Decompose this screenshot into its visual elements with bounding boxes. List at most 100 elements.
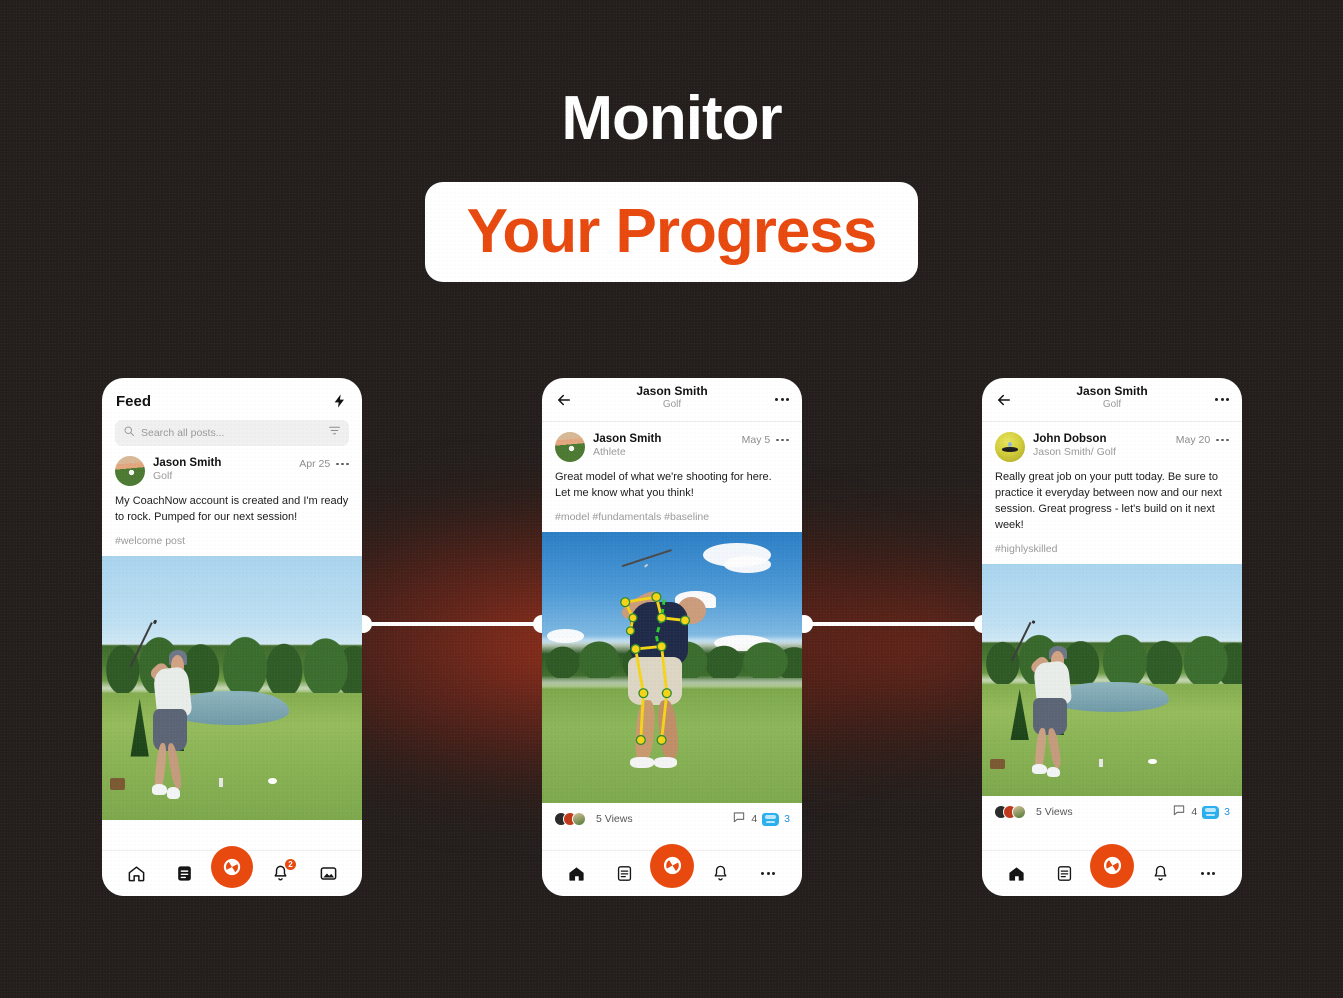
fist-bump-icon[interactable] [762,812,780,826]
nav-more[interactable] [751,857,785,891]
post-author-name: John Dobson [1033,433,1107,445]
post-header: Jason Smith Golf Apr 25 [115,456,349,486]
comment-icon[interactable] [732,810,746,829]
camera-shutter-icon [1103,856,1121,875]
post-card: Jason Smith Golf Apr 25 My CoachNow acco… [102,446,362,556]
post-body: My CoachNow account is created and I'm r… [115,495,349,523]
lightning-bolt-icon[interactable] [332,392,348,410]
nav-spaces[interactable] [1047,857,1081,891]
post-card: John Dobson Jason Smith/ Golf May 20 Rea… [982,422,1242,564]
post-meta: May 20 [1176,432,1229,446]
document-list-icon [617,866,631,881]
home-icon [568,867,584,881]
viewer-avatar-stack[interactable] [554,812,586,827]
feed-header: Feed [102,378,362,420]
post-media-photo[interactable] [102,555,362,820]
headline-accent-text: Your Progress [466,197,878,266]
post-tags: #highlyskilled [995,542,1058,555]
avatar[interactable] [555,432,585,462]
nav-more[interactable] [1191,857,1225,891]
document-list-icon [1057,866,1071,881]
reaction-count: 3 [1224,806,1230,819]
capture-fab-button[interactable] [1090,843,1134,888]
post-author-role: Jason Smith/ Golf [1033,446,1116,459]
reaction-count: 3 [784,813,790,826]
post-body: Great model of what we're shooting for h… [555,471,772,499]
nav-media[interactable] [311,857,345,891]
post-author-role: Athlete [593,446,626,459]
connector-line-1-2 [362,622,544,626]
nav-home[interactable] [999,857,1033,891]
bell-icon [714,865,726,881]
post-author-block: John Dobson Jason Smith/ Golf [1033,432,1168,460]
fist-bump-icon[interactable] [1202,805,1220,819]
nav-capture[interactable] [650,843,694,891]
engagement-bar: 5 Views 4 3 [982,796,1242,829]
capture-fab-button[interactable] [211,845,253,888]
nav-spaces[interactable] [607,857,641,891]
bottom-navigation [982,843,1242,896]
search-placeholder: Search all posts... [141,427,225,439]
comment-count: 4 [1191,806,1198,819]
post-author-name: Jason Smith [593,433,662,445]
bottom-navigation: 2 [102,845,362,896]
ellipsis-icon[interactable] [761,872,775,875]
comment-icon[interactable] [1172,803,1186,822]
detail-header-titles: Jason Smith Golf [542,384,802,411]
post-author-block: Jason Smith Golf [153,456,291,484]
nav-capture[interactable] [1090,843,1134,891]
more-options-icon[interactable] [776,438,789,442]
post-meta: Apr 25 [299,456,349,470]
more-options-icon[interactable] [1215,398,1229,401]
more-options-icon[interactable] [1216,438,1229,442]
search-input[interactable]: Search all posts... [115,420,349,446]
connector-line-2-3 [802,622,984,626]
nav-spaces[interactable] [167,857,201,891]
pose-overlay-skeleton [620,591,691,745]
nav-notifications[interactable] [703,857,737,891]
bell-icon [1154,865,1166,881]
phone-mockup-post-detail-model: Jason Smith Golf Jason Smith Athlete May… [542,378,802,896]
post-date: May 5 [741,434,771,446]
camera-shutter-icon [223,858,241,875]
avatar[interactable] [995,432,1025,462]
views-count: 5 Views [1036,806,1073,819]
post-header: John Dobson Jason Smith/ Golf May 20 [995,432,1229,462]
nav-home[interactable] [559,857,593,891]
filter-icon[interactable] [328,424,341,442]
back-arrow-icon[interactable] [555,391,573,409]
post-author-name: Jason Smith [153,457,222,469]
nav-notifications[interactable]: 2 [263,857,297,891]
avatar[interactable] [115,456,145,486]
phone-mockup-post-detail-feedback: Jason Smith Golf John Dobson Jason Smith… [982,378,1242,896]
nav-capture[interactable] [211,845,253,891]
bottom-navigation [542,843,802,896]
post-card: Jason Smith Athlete May 5 Great model of… [542,422,802,532]
post-date: May 20 [1175,434,1211,446]
camera-shutter-icon [663,856,681,875]
back-arrow-icon[interactable] [995,391,1013,409]
detail-header: Jason Smith Golf [542,378,802,422]
search-icon [123,424,135,442]
nav-notifications[interactable] [1143,857,1177,891]
nav-home[interactable] [119,857,153,891]
post-header: Jason Smith Athlete May 5 [555,432,789,462]
ellipsis-icon[interactable] [1201,872,1215,875]
viewer-avatar-stack[interactable] [994,805,1026,820]
detail-header: Jason Smith Golf [982,378,1242,422]
home-icon [1008,867,1024,881]
more-options-icon[interactable] [336,462,349,466]
post-media-photo[interactable] [542,531,802,803]
header-title: Jason Smith [636,384,708,398]
post-media-photo[interactable] [982,563,1242,796]
more-options-icon[interactable] [775,398,789,401]
capture-fab-button[interactable] [650,843,694,888]
post-tags: #welcome post [115,534,186,547]
post-date: Apr 25 [299,458,331,470]
post-author-role: Golf [153,470,173,483]
post-tags: #model #fundamentals #baseline [555,510,710,523]
header-subtitle: Golf [1102,399,1122,411]
phone-mockup-feed: Feed Search all posts... Jason Smith Gol… [102,378,362,896]
post-meta: May 5 [742,432,789,446]
engagement-bar: 5 Views 4 3 [542,803,802,836]
